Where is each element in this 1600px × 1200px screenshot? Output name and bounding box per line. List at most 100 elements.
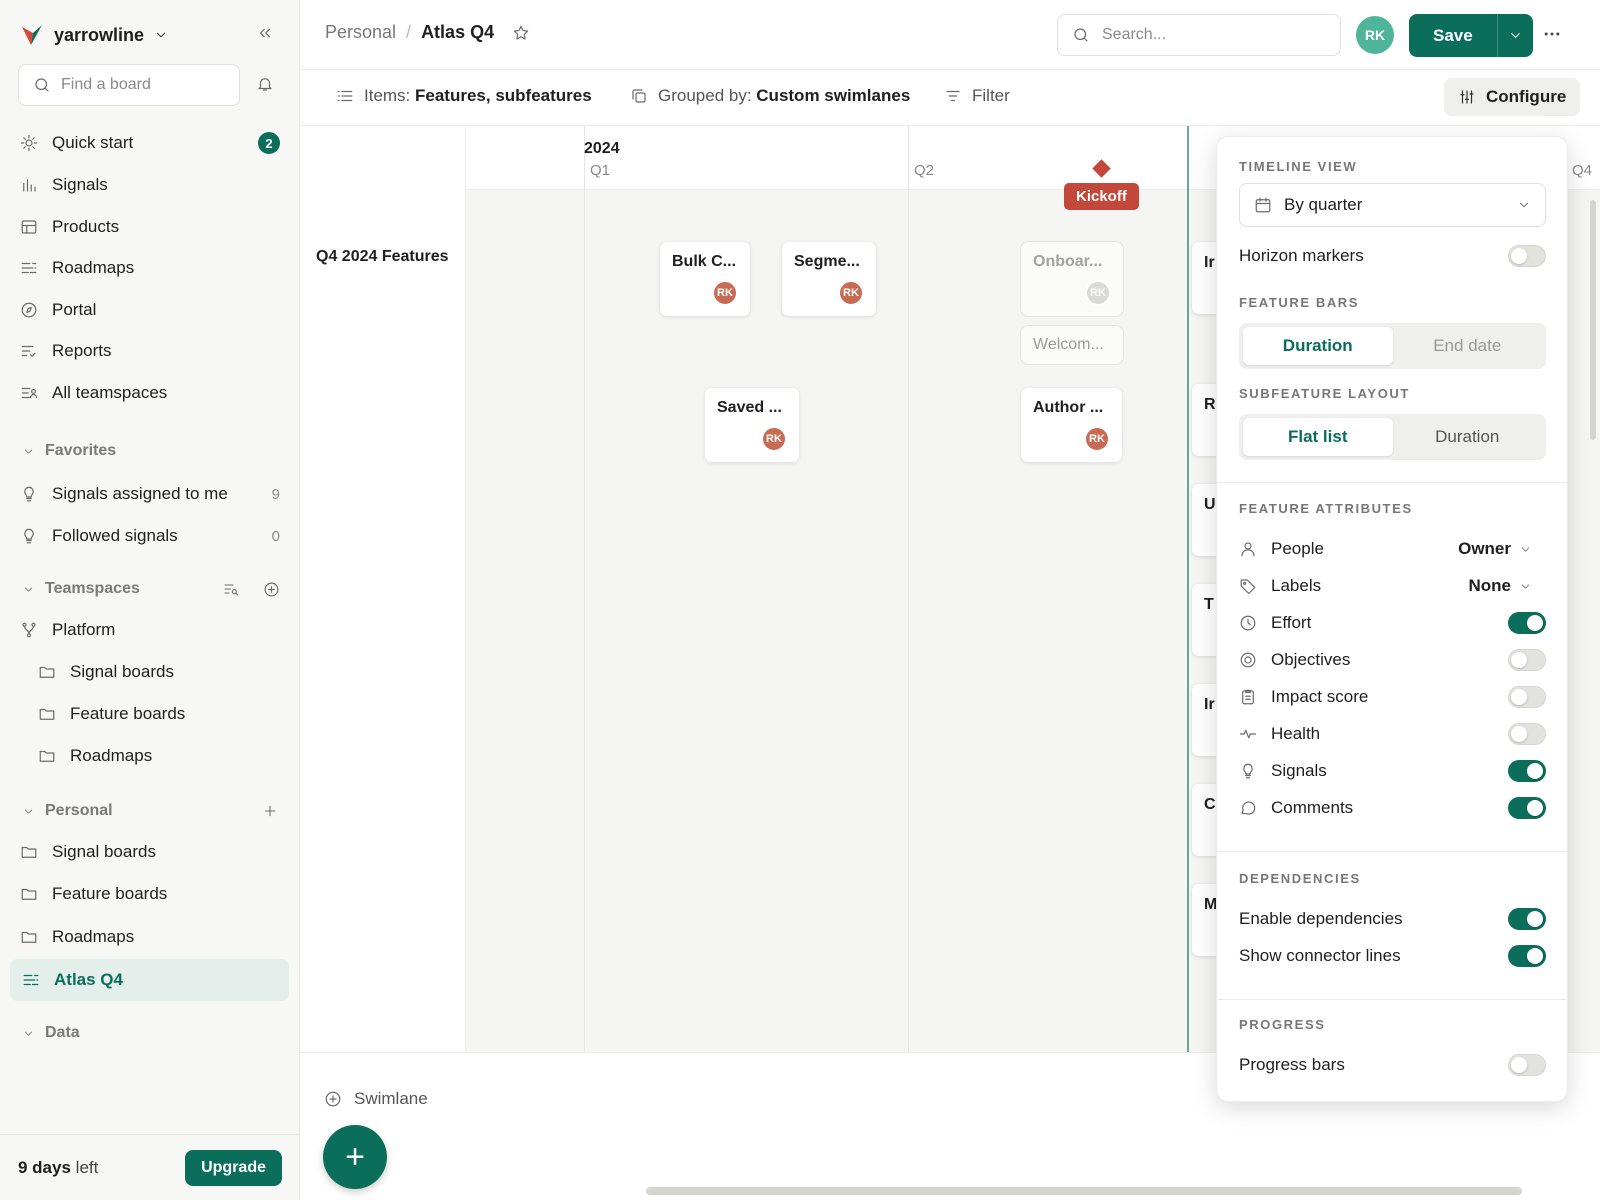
sidebar-item-all-teamspaces[interactable]: All teamspaces xyxy=(20,373,282,413)
lightbulb-icon xyxy=(20,527,38,545)
plus-icon: + xyxy=(345,1137,365,1176)
sidebar: yarrowline Find a board Quick start 2 Si… xyxy=(0,0,300,1200)
feature-bars-heading: FEATURE BARS xyxy=(1239,295,1360,310)
timeline-view-select[interactable]: By quarter xyxy=(1239,183,1546,227)
swimlane-title[interactable]: Q4 2024 Features xyxy=(316,248,449,266)
subfeature-duration-option[interactable]: Duration xyxy=(1393,418,1543,456)
subfeature-layout-heading: SUBFEATURE LAYOUT xyxy=(1239,386,1410,401)
more-options-icon[interactable] xyxy=(1542,24,1562,44)
quarter-label-q2: Q2 xyxy=(914,162,935,179)
labels-select[interactable]: None xyxy=(1469,576,1547,596)
star-icon[interactable] xyxy=(512,24,530,42)
people-label: People xyxy=(1271,539,1324,558)
folder-icon xyxy=(20,928,38,946)
show-connector-lines-toggle[interactable] xyxy=(1508,945,1546,967)
find-board-input[interactable]: Find a board xyxy=(18,64,240,106)
sidebar-item-label: Roadmaps xyxy=(52,927,135,946)
quick-start-badge: 2 xyxy=(258,132,280,154)
effort-toggle[interactable] xyxy=(1508,612,1546,634)
subfeature-flat-list-option[interactable]: Flat list xyxy=(1243,418,1393,456)
horizontal-scrollbar[interactable] xyxy=(646,1187,1522,1195)
bell-icon[interactable] xyxy=(256,75,274,93)
filter-icon xyxy=(944,87,962,105)
teamspaces-section-header[interactable]: Teamspaces xyxy=(22,574,282,604)
sidebar-item-products[interactable]: Products xyxy=(20,207,282,247)
workspace-switcher[interactable]: yarrowline xyxy=(20,20,168,50)
sidebar-item-platform-signal-boards[interactable]: Signal boards xyxy=(38,652,282,692)
vertical-scrollbar[interactable] xyxy=(1590,200,1596,440)
search-teamspaces-icon[interactable] xyxy=(223,581,239,597)
feature-card[interactable]: Onboar... RK xyxy=(1021,242,1123,316)
create-fab-button[interactable]: + xyxy=(323,1125,387,1189)
sidebar-item-label: Atlas Q4 xyxy=(54,970,123,989)
collapse-sidebar-icon[interactable] xyxy=(256,24,274,42)
progress-bars-toggle[interactable] xyxy=(1508,1054,1546,1076)
enable-dependencies-toggle[interactable] xyxy=(1508,908,1546,930)
signals-toggle[interactable] xyxy=(1508,760,1546,782)
board-toolbar: Items: Features, subfeatures Grouped by:… xyxy=(300,70,1600,126)
subfeature-card[interactable]: Welcom... xyxy=(1021,326,1123,364)
data-label: Data xyxy=(45,1024,80,1041)
items-value: Features, subfeatures xyxy=(415,86,592,105)
kickoff-marker[interactable]: Kickoff xyxy=(1064,159,1139,210)
sidebar-item-platform-roadmaps[interactable]: Roadmaps xyxy=(38,736,282,776)
data-section-header[interactable]: Data xyxy=(22,1018,282,1048)
user-avatar[interactable]: RK xyxy=(1356,16,1394,54)
health-toggle[interactable] xyxy=(1508,723,1546,745)
feature-bars-duration-option[interactable]: Duration xyxy=(1243,327,1393,365)
quarter-label-q4: Q4 xyxy=(1572,162,1593,179)
save-button[interactable]: Save xyxy=(1409,14,1497,57)
sidebar-item-personal-signal-boards[interactable]: Signal boards xyxy=(20,832,282,872)
roadmap-icon xyxy=(22,971,40,989)
horizon-markers-toggle[interactable] xyxy=(1508,245,1546,267)
sidebar-item-roadmaps[interactable]: Roadmaps xyxy=(20,248,282,288)
comments-toggle[interactable] xyxy=(1508,797,1546,819)
feature-card[interactable]: Segme... RK xyxy=(782,242,876,316)
sidebar-item-signals-assigned[interactable]: Signals assigned to me 9 xyxy=(20,474,282,514)
add-teamspace-icon[interactable] xyxy=(263,581,280,598)
sidebar-item-platform-feature-boards[interactable]: Feature boards xyxy=(38,694,282,734)
impact-score-toggle[interactable] xyxy=(1508,686,1546,708)
feature-card[interactable]: Saved ... RK xyxy=(705,388,799,462)
grouped-by[interactable]: Grouped by: Custom swimlanes xyxy=(630,86,910,106)
sidebar-item-label: Signals assigned to me xyxy=(52,484,228,503)
plus-icon[interactable] xyxy=(262,803,278,819)
progress-heading: PROGRESS xyxy=(1239,1017,1326,1032)
teamspaces-label: Teamspaces xyxy=(45,580,140,597)
people-row: People Owner xyxy=(1239,534,1546,564)
people-select[interactable]: Owner xyxy=(1458,539,1546,559)
sidebar-item-personal-feature-boards[interactable]: Feature boards xyxy=(20,874,282,914)
sidebar-item-platform[interactable]: Platform xyxy=(20,610,282,650)
favorites-section-header[interactable]: Favorites xyxy=(22,436,282,466)
yarrowline-logo-icon xyxy=(22,25,42,45)
feature-bars-end-date-option[interactable]: End date xyxy=(1393,327,1543,365)
objectives-toggle[interactable] xyxy=(1508,649,1546,671)
panel-divider xyxy=(1217,851,1567,852)
feature-card[interactable]: Author ... RK xyxy=(1021,388,1122,462)
feature-card[interactable]: Bulk C... RK xyxy=(660,242,750,316)
impact-score-row: Impact score xyxy=(1239,682,1546,712)
chevron-down-icon xyxy=(22,583,35,596)
add-swimlane-button[interactable]: Swimlane xyxy=(324,1089,428,1109)
chevron-down-icon xyxy=(1519,580,1532,593)
breadcrumb-parent[interactable]: Personal xyxy=(325,22,396,43)
configure-button[interactable]: Configure xyxy=(1444,78,1581,116)
sidebar-item-label: Reports xyxy=(52,341,112,360)
sidebar-item-portal[interactable]: Portal xyxy=(20,290,282,330)
sidebar-item-atlas-q4[interactable]: Atlas Q4 xyxy=(10,959,289,1001)
filter-button[interactable]: Filter xyxy=(944,86,1010,106)
sidebar-item-signals[interactable]: Signals xyxy=(20,165,282,205)
sidebar-item-reports[interactable]: Reports xyxy=(20,331,282,371)
favorites-label: Favorites xyxy=(45,442,117,459)
items-filter[interactable]: Items: Features, subfeatures xyxy=(336,86,592,106)
save-options-button[interactable] xyxy=(1496,14,1533,57)
sidebar-item-quick-start[interactable]: Quick start 2 xyxy=(20,123,282,163)
person-icon xyxy=(1239,540,1257,558)
search-input[interactable]: Search... xyxy=(1057,14,1341,56)
upgrade-button[interactable]: Upgrade xyxy=(185,1149,282,1186)
personal-section-header[interactable]: Personal xyxy=(22,796,282,826)
sidebar-item-personal-roadmaps[interactable]: Roadmaps xyxy=(20,917,282,957)
sidebar-item-followed-signals[interactable]: Followed signals 0 xyxy=(20,516,282,556)
labels-label: Labels xyxy=(1271,576,1322,595)
page-title: Atlas Q4 xyxy=(421,22,495,42)
